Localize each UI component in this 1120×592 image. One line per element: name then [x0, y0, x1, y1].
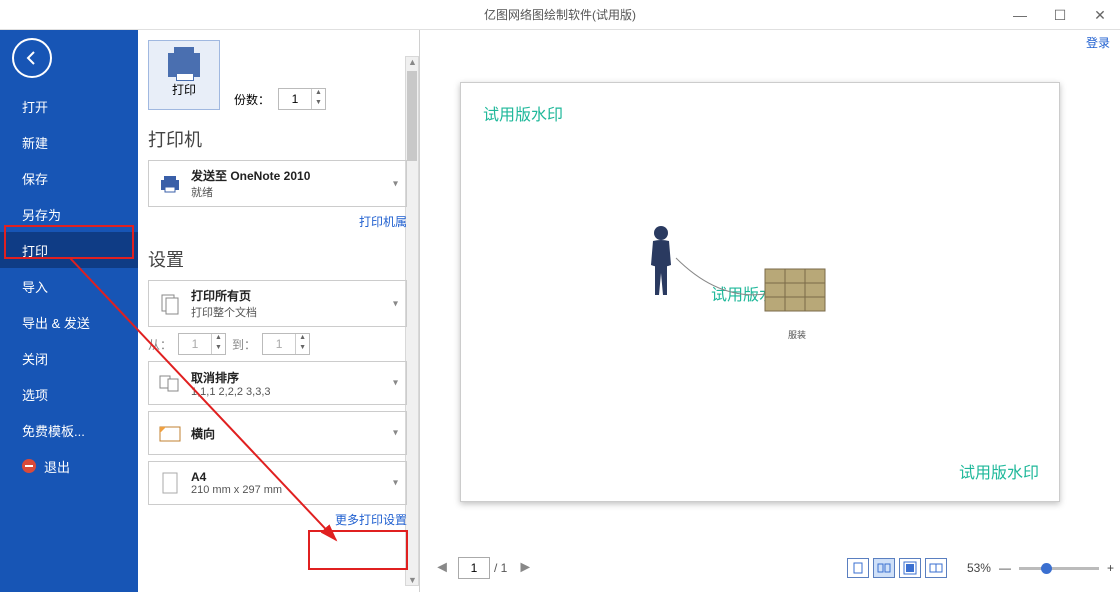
scroll-thumb[interactable] [407, 71, 417, 161]
pages-icon [157, 291, 183, 317]
sidebar-item-label: 打印 [22, 241, 48, 260]
printer-device-icon [157, 171, 183, 197]
page-total: / 1 [494, 561, 507, 575]
printer-properties-link[interactable]: 打印机属 [148, 213, 407, 230]
orientation-label: 横向 [191, 425, 215, 442]
sidebar-item-import[interactable]: 导入 [0, 268, 138, 304]
spinner-up[interactable]: ▲ [295, 334, 309, 344]
collate-title: 取消排序 [191, 369, 271, 386]
zoom-in-button[interactable]: + [1107, 561, 1114, 575]
vertical-scrollbar[interactable] [405, 56, 419, 586]
sidebar-item-label: 免费模板... [22, 421, 85, 440]
view-single-page-button[interactable] [847, 558, 869, 578]
sidebar-item-label: 关闭 [22, 349, 48, 368]
sidebar-item-label: 导出 & 发送 [22, 313, 90, 332]
orientation-icon [157, 420, 183, 446]
print-preview: 试用版水印 试用版水印 试用版水印 服装 [440, 70, 1090, 530]
next-page-button[interactable]: ► [513, 556, 537, 580]
arrow-left-icon [23, 49, 41, 67]
collate-sub: 1,1,1 2,2,2 3,3,3 [191, 386, 271, 398]
view-whole-page-button[interactable] [925, 558, 947, 578]
preview-bottom-bar: ◄ / 1 ► 53% — + [430, 548, 1114, 588]
sidebar-item-label: 保存 [22, 169, 48, 188]
titlebar: 亿图网络图绘制软件(试用版) — ☐ ✕ [0, 0, 1120, 30]
spinner-down[interactable]: ▼ [295, 344, 309, 354]
print-button[interactable]: 打印 [148, 40, 220, 110]
from-input[interactable] [179, 334, 211, 354]
sidebar-item-options[interactable]: 选项 [0, 376, 138, 412]
zoom-out-button[interactable]: — [999, 561, 1011, 575]
spinner-up[interactable]: ▲ [311, 89, 325, 99]
settings-section-title: 设置 [148, 246, 407, 272]
to-spinner[interactable]: ▲▼ [262, 333, 310, 355]
sidebar-item-label: 另存为 [22, 205, 61, 224]
exit-icon [22, 459, 36, 473]
close-button[interactable]: ✕ [1080, 0, 1120, 30]
spinner-down[interactable]: ▼ [311, 99, 325, 109]
sidebar-item-close[interactable]: 关闭 [0, 340, 138, 376]
print-settings-panel: 打印 份数： ▲▼ 打印机 发送至 OneNote 2010 就绪 [138, 30, 420, 592]
sidebar-item-print[interactable]: 打印 [0, 232, 138, 268]
printer-section-title: 打印机 [148, 126, 407, 152]
printer-name: 发送至 OneNote 2010 [191, 167, 310, 184]
from-label: 从： [148, 336, 172, 353]
pages-sub: 打印整个文档 [191, 304, 257, 320]
zoom-thumb[interactable] [1041, 563, 1052, 574]
spinner-up[interactable]: ▲ [211, 334, 225, 344]
sidebar-item-new[interactable]: 新建 [0, 124, 138, 160]
cabinet-figure: 服装 [761, 263, 833, 341]
watermark: 试用版水印 [483, 101, 563, 125]
preview-page: 试用版水印 试用版水印 试用版水印 服装 [460, 82, 1060, 502]
print-pages-selector[interactable]: 打印所有页 打印整个文档 [148, 280, 407, 327]
orientation-selector[interactable]: 横向 [148, 411, 407, 455]
sidebar-item-label: 选项 [22, 385, 48, 404]
sidebar-item-label: 新建 [22, 133, 48, 152]
view-multi-page-button[interactable] [873, 558, 895, 578]
sidebar-item-save[interactable]: 保存 [0, 160, 138, 196]
printer-status: 就绪 [191, 184, 310, 200]
cabinet-label: 服装 [761, 328, 833, 341]
page-number-input[interactable] [458, 557, 490, 579]
maximize-button[interactable]: ☐ [1040, 0, 1080, 30]
login-link[interactable]: 登录 [1086, 34, 1110, 51]
sidebar-item-exit[interactable]: 退出 [0, 448, 138, 484]
to-input[interactable] [263, 334, 295, 354]
app-title: 亿图网络图绘制软件(试用版) [484, 6, 636, 23]
to-label: 到： [232, 336, 256, 353]
from-spinner[interactable]: ▲▼ [178, 333, 226, 355]
paper-size-selector[interactable]: A4 210 mm x 297 mm [148, 461, 407, 505]
paper-title: A4 [191, 470, 282, 484]
view-fit-width-button[interactable] [899, 558, 921, 578]
file-menu-sidebar: 打开 新建 保存 另存为 打印 导入 导出 & 发送 关闭 选项 免费模板...… [0, 30, 138, 592]
print-button-label: 打印 [172, 81, 196, 98]
collate-selector[interactable]: 取消排序 1,1,1 2,2,2 3,3,3 [148, 361, 407, 405]
prev-page-button[interactable]: ◄ [430, 556, 454, 580]
zoom-slider[interactable] [1019, 567, 1099, 570]
sidebar-item-open[interactable]: 打开 [0, 88, 138, 124]
paper-icon [157, 470, 183, 496]
sidebar-item-export[interactable]: 导出 & 发送 [0, 304, 138, 340]
copies-label: 份数： [234, 91, 270, 108]
collate-icon [157, 370, 183, 396]
printer-selector[interactable]: 发送至 OneNote 2010 就绪 [148, 160, 407, 207]
sidebar-item-templates[interactable]: 免费模板... [0, 412, 138, 448]
paper-sub: 210 mm x 297 mm [191, 484, 282, 496]
minimize-button[interactable]: — [1000, 0, 1040, 30]
zoom-percent: 53% [967, 561, 991, 575]
sidebar-item-label: 退出 [44, 457, 70, 476]
watermark: 试用版水印 [959, 459, 1039, 483]
printer-icon [168, 53, 200, 77]
back-button[interactable] [12, 38, 52, 78]
sidebar-item-label: 导入 [22, 277, 48, 296]
sidebar-item-label: 打开 [22, 97, 48, 116]
copies-spinner[interactable]: ▲▼ [278, 88, 326, 110]
copies-input[interactable] [279, 89, 311, 109]
spinner-down[interactable]: ▼ [211, 344, 225, 354]
sidebar-item-saveas[interactable]: 另存为 [0, 196, 138, 232]
more-print-settings-link[interactable]: 更多打印设置 [148, 511, 407, 528]
pages-title: 打印所有页 [191, 287, 257, 304]
